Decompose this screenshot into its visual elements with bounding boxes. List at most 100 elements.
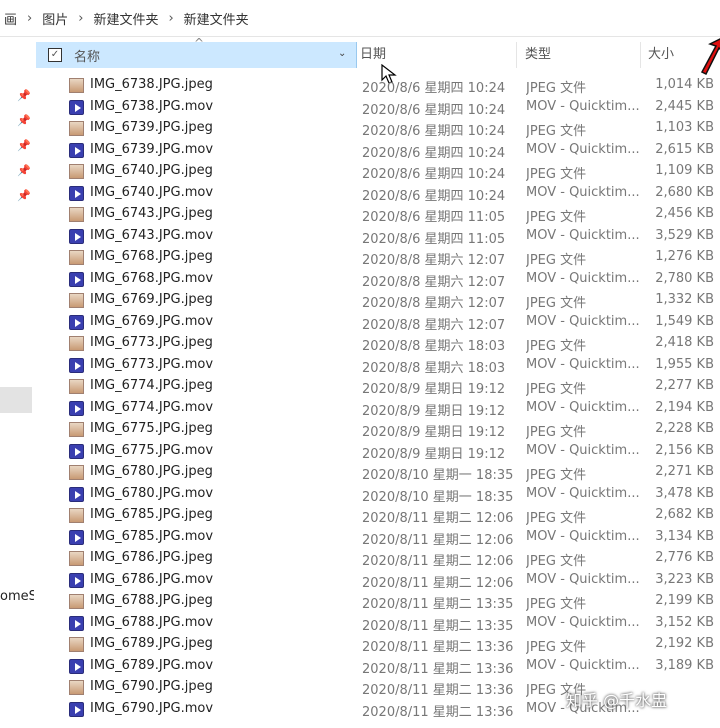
mov-file-icon bbox=[69, 142, 84, 158]
file-date: 2020/8/8 星期六 12:07 bbox=[362, 274, 506, 290]
file-row[interactable]: IMG_6769.JPG.mov 2020/8/8 星期六 12:07 MOV - … bbox=[36, 312, 720, 334]
file-type: JPEG 文件 bbox=[526, 210, 587, 225]
red-arrow-annotation-icon bbox=[700, 38, 720, 76]
file-size: 3,189 KB bbox=[655, 657, 714, 673]
mov-file-icon bbox=[69, 314, 84, 330]
select-all-checkbox[interactable]: ✓ bbox=[48, 48, 62, 62]
column-header-type[interactable]: 类型 bbox=[525, 42, 551, 68]
column-divider[interactable] bbox=[640, 42, 641, 68]
file-row[interactable]: IMG_6773.JPG.jpeg 2020/8/8 星期六 18:03 JPEG … bbox=[36, 333, 720, 355]
file-date: 2020/8/10 星期一 18:35 bbox=[362, 468, 514, 483]
chevron-down-icon[interactable]: ⌄ bbox=[338, 48, 346, 59]
file-type: MOV - Quicktim... bbox=[526, 528, 640, 544]
file-date: 2020/8/11 星期二 12:06 bbox=[362, 554, 514, 569]
pin-icon[interactable]: 📌 bbox=[17, 89, 31, 102]
file-type: MOV - Quicktim... bbox=[526, 227, 640, 243]
file-name: IMG_6775.JPG.jpeg bbox=[90, 421, 213, 436]
file-row[interactable]: IMG_6773.JPG.mov 2020/8/8 星期六 18:03 MOV - … bbox=[36, 355, 720, 377]
file-size: 1,109 KB bbox=[655, 163, 714, 178]
file-date: 2020/8/6 星期四 10:24 bbox=[362, 102, 506, 118]
nav-item-selected[interactable] bbox=[0, 387, 32, 413]
file-row[interactable]: IMG_6775.JPG.jpeg 2020/8/9 星期日 19:12 JPEG … bbox=[36, 419, 720, 441]
file-type: JPEG 文件 bbox=[526, 640, 587, 655]
file-row[interactable]: IMG_6789.JPG.mov 2020/8/11 星期二 13:36 MOV -… bbox=[36, 656, 720, 678]
file-row[interactable]: IMG_6789.JPG.jpeg 2020/8/11 星期二 13:36 JPEG… bbox=[36, 634, 720, 656]
file-row[interactable]: IMG_6738.JPG.mov 2020/8/6 星期四 10:24 MOV - … bbox=[36, 97, 720, 119]
file-name: IMG_6768.JPG.jpeg bbox=[90, 249, 213, 264]
file-row[interactable]: IMG_6743.JPG.mov 2020/8/6 星期四 11:05 MOV - … bbox=[36, 226, 720, 248]
file-row[interactable]: IMG_6786.JPG.mov 2020/8/11 星期二 12:06 MOV -… bbox=[36, 570, 720, 592]
file-date: 2020/8/6 星期四 11:05 bbox=[362, 210, 506, 225]
file-row[interactable]: IMG_6739.JPG.jpeg 2020/8/6 星期四 10:24 JPEG … bbox=[36, 118, 720, 140]
file-row[interactable]: IMG_6775.JPG.mov 2020/8/9 星期日 19:12 MOV - … bbox=[36, 441, 720, 463]
file-type: MOV - Quicktim... bbox=[526, 141, 640, 157]
file-row[interactable]: IMG_6774.JPG.mov 2020/8/9 星期日 19:12 MOV - … bbox=[36, 398, 720, 420]
column-divider[interactable] bbox=[516, 42, 517, 68]
file-date: 2020/8/6 星期四 10:24 bbox=[362, 124, 506, 139]
mov-file-icon bbox=[69, 486, 84, 502]
file-type: JPEG 文件 bbox=[526, 597, 587, 612]
file-type: JPEG 文件 bbox=[526, 339, 587, 354]
file-name: IMG_6789.JPG.jpeg bbox=[90, 636, 213, 651]
breadcrumb-item[interactable]: 新建文件夹 bbox=[180, 9, 253, 28]
file-row[interactable]: IMG_6788.JPG.jpeg 2020/8/11 星期二 13:35 JPEG… bbox=[36, 591, 720, 613]
column-header-name[interactable]: ✓ 名称 ^ ⌄ bbox=[36, 36, 357, 68]
file-row[interactable]: IMG_6768.JPG.mov 2020/8/8 星期六 12:07 MOV - … bbox=[36, 269, 720, 291]
file-name: IMG_6790.JPG.mov bbox=[90, 700, 214, 716]
file-row[interactable]: IMG_6743.JPG.jpeg 2020/8/6 星期四 11:05 JPEG … bbox=[36, 204, 720, 226]
breadcrumb-item[interactable]: 新建文件夹 bbox=[89, 9, 162, 28]
file-row[interactable]: IMG_6738.JPG.jpeg 2020/8/6 星期四 10:24 JPEG … bbox=[36, 75, 720, 97]
pin-icon[interactable]: 📌 bbox=[17, 114, 31, 127]
file-date: 2020/8/6 星期四 10:24 bbox=[362, 167, 506, 182]
file-type: MOV - Quicktim... bbox=[526, 356, 640, 372]
file-name: IMG_6785.JPG.mov bbox=[90, 528, 214, 544]
file-date: 2020/8/6 星期四 10:24 bbox=[362, 145, 506, 161]
file-row[interactable]: IMG_6739.JPG.mov 2020/8/6 星期四 10:24 MOV - … bbox=[36, 140, 720, 162]
file-row[interactable]: IMG_6786.JPG.jpeg 2020/8/11 星期二 12:06 JPEG… bbox=[36, 548, 720, 570]
file-row[interactable]: IMG_6788.JPG.mov 2020/8/11 星期二 13:35 MOV -… bbox=[36, 613, 720, 635]
pin-icon[interactable]: 📌 bbox=[17, 189, 31, 202]
file-type: JPEG 文件 bbox=[526, 382, 587, 397]
column-header-size[interactable]: 大小 bbox=[648, 42, 674, 68]
file-size: 2,456 KB bbox=[655, 206, 714, 221]
file-date: 2020/8/11 星期二 13:35 bbox=[362, 597, 514, 612]
file-size: 2,271 KB bbox=[655, 464, 714, 479]
file-size: 3,478 KB bbox=[655, 485, 714, 501]
file-name: IMG_6768.JPG.mov bbox=[90, 270, 214, 286]
file-row[interactable]: IMG_6785.JPG.jpeg 2020/8/11 星期二 12:06 JPEG… bbox=[36, 505, 720, 527]
file-date: 2020/8/11 星期二 12:06 bbox=[362, 511, 514, 526]
file-date: 2020/8/8 星期六 12:07 bbox=[362, 296, 506, 311]
file-size: 3,529 KB bbox=[655, 227, 714, 243]
file-size: 2,199 KB bbox=[655, 593, 714, 608]
jpeg-file-icon bbox=[69, 680, 84, 695]
file-size: 2,277 KB bbox=[655, 378, 714, 393]
jpeg-file-icon bbox=[69, 637, 84, 652]
file-row[interactable]: IMG_6780.JPG.mov 2020/8/10 星期一 18:35 MOV -… bbox=[36, 484, 720, 506]
jpeg-file-icon bbox=[69, 164, 84, 179]
file-name: IMG_6769.JPG.mov bbox=[90, 313, 214, 329]
column-name-label: 名称 bbox=[74, 49, 101, 65]
mov-file-icon bbox=[69, 529, 84, 545]
column-header: ✓ 名称 ^ ⌄ 日期 类型 大小 bbox=[36, 36, 720, 68]
file-name: IMG_6780.JPG.jpeg bbox=[90, 464, 213, 479]
file-row[interactable]: IMG_6785.JPG.mov 2020/8/11 星期二 12:06 MOV -… bbox=[36, 527, 720, 549]
file-size: 3,152 KB bbox=[655, 614, 714, 630]
file-type: JPEG 文件 bbox=[526, 253, 587, 268]
file-row[interactable]: IMG_6774.JPG.jpeg 2020/8/9 星期日 19:12 JPEG … bbox=[36, 376, 720, 398]
pin-icon[interactable]: 📌 bbox=[17, 164, 31, 177]
breadcrumb-item[interactable]: 画 bbox=[0, 9, 21, 28]
navigation-pane: 📌 📌 📌 📌 📌 omeS2 bbox=[0, 37, 34, 728]
file-row[interactable]: IMG_6768.JPG.jpeg 2020/8/8 星期六 12:07 JPEG … bbox=[36, 247, 720, 269]
file-row[interactable]: IMG_6740.JPG.jpeg 2020/8/6 星期四 10:24 JPEG … bbox=[36, 161, 720, 183]
pin-icon[interactable]: 📌 bbox=[17, 139, 31, 152]
sort-ascending-icon: ^ bbox=[194, 36, 205, 50]
file-name: IMG_6774.JPG.mov bbox=[90, 399, 214, 415]
file-row[interactable]: IMG_6780.JPG.jpeg 2020/8/10 星期一 18:35 JPEG… bbox=[36, 462, 720, 484]
breadcrumb-item[interactable]: 图片 bbox=[38, 9, 72, 28]
nav-item-label[interactable]: omeS2 bbox=[0, 589, 34, 604]
file-date: 2020/8/11 星期二 13:36 bbox=[362, 661, 514, 677]
file-row[interactable]: IMG_6769.JPG.jpeg 2020/8/8 星期六 12:07 JPEG … bbox=[36, 290, 720, 312]
file-size: 2,682 KB bbox=[655, 507, 714, 522]
file-row[interactable]: IMG_6740.JPG.mov 2020/8/6 星期四 10:24 MOV - … bbox=[36, 183, 720, 205]
chevron-right-icon: › bbox=[168, 10, 174, 26]
